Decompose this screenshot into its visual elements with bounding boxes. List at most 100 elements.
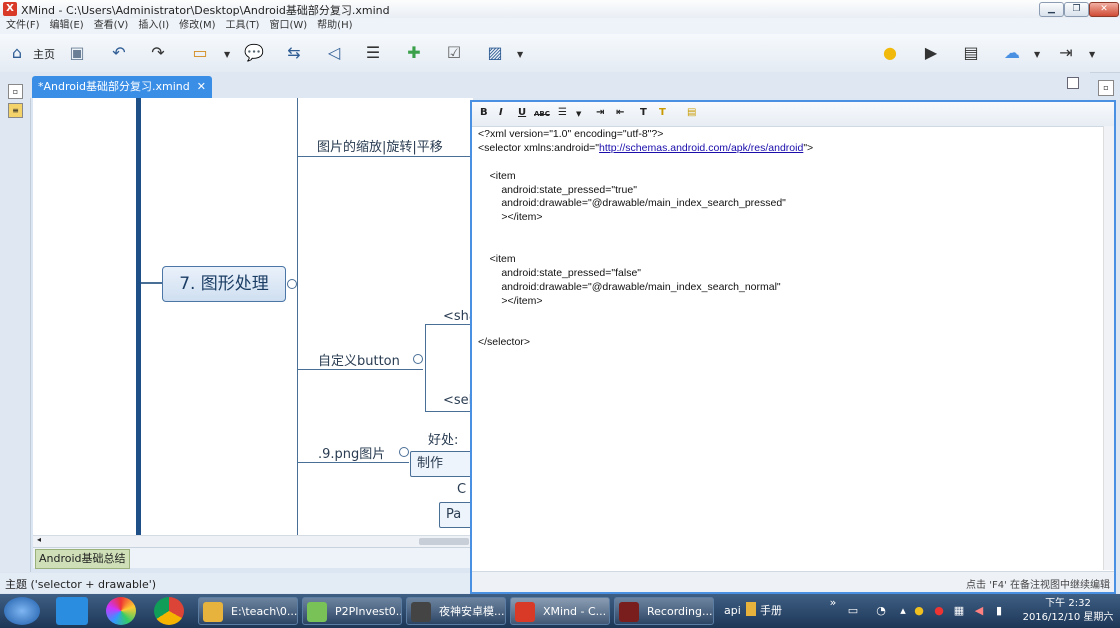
export-dropdown-icon[interactable]: ▼ (1089, 50, 1095, 59)
wifi-icon[interactable]: ◔ (874, 604, 888, 618)
image-icon[interactable]: ▨ (484, 42, 506, 64)
tab-document[interactable]: *Android基础部分复习.xmind ✕ (32, 76, 212, 98)
manual-label[interactable]: 手册 (760, 602, 782, 618)
collapse-icon[interactable] (287, 279, 297, 289)
subtopic-pa[interactable]: Pa (439, 502, 473, 528)
volume-icon[interactable]: ◀ (972, 604, 986, 618)
scroll-left-icon[interactable]: ◂ (37, 535, 41, 544)
notes-scrollbar[interactable] (1103, 126, 1114, 570)
italic-button[interactable]: I (499, 107, 503, 118)
image-dropdown-icon[interactable]: ▼ (517, 50, 523, 59)
outdent-icon[interactable]: ⇤ (616, 107, 624, 118)
api-label[interactable]: api (724, 604, 741, 617)
font-color-icon[interactable]: T (640, 107, 647, 118)
subtopic-selector[interactable]: <sel (443, 393, 472, 408)
callout-icon[interactable]: 💬 (243, 42, 265, 64)
marker-icon[interactable]: ✚ (403, 42, 425, 64)
central-topic[interactable]: 7. 图形处理 (162, 266, 286, 302)
redo-icon[interactable]: ↷ (147, 42, 169, 64)
note-line (478, 156, 1098, 170)
notes-toolbar: B I U ABC ☰ ▼ ⇥ ⇤ T T ▤ (472, 102, 1114, 127)
undo-icon[interactable]: ↶ (108, 42, 130, 64)
underline-button[interactable]: U (518, 107, 526, 118)
notes-status-bar: 点击 'F4' 在备注视图中继续编辑 (472, 571, 1114, 592)
maximize-editor-icon[interactable] (1067, 77, 1079, 89)
upload-dropdown-icon[interactable]: ▼ (1034, 50, 1040, 59)
panel-icon[interactable]: ▫ (8, 84, 23, 99)
home-label[interactable]: 主页 (33, 46, 55, 62)
collapse-icon[interactable] (399, 447, 409, 457)
menu-view[interactable]: 查看(V) (89, 18, 134, 34)
menu-tools[interactable]: 工具(T) (221, 18, 265, 34)
taskbar-item-recording[interactable]: Recording... (614, 597, 714, 625)
export-icon[interactable]: ⇥ (1055, 42, 1077, 64)
notes-panel-icon[interactable]: ≡ (8, 103, 23, 118)
toolbar-expand-icon[interactable]: » (826, 596, 840, 610)
xmind-logo-icon: X (3, 2, 17, 16)
close-tab-icon[interactable]: ✕ (197, 80, 206, 93)
topic-icon[interactable]: ▭ (189, 42, 211, 64)
menu-file[interactable]: 文件(F) (0, 18, 45, 34)
taskbar-item-xmind[interactable]: XMind - C... (510, 597, 610, 625)
right-panel-icon[interactable]: ▫ (1098, 80, 1114, 96)
manual-folder-icon (746, 602, 756, 616)
taskbar-item-android-studio[interactable]: P2PInvest0... (302, 597, 402, 625)
note-line: <?xml version="1.0" encoding="utf-8"?> (478, 128, 664, 140)
mindmap-canvas[interactable]: 7. 图形处理 图片的缩放|旋转|平移 自定义button <sha <sel … (33, 98, 473, 535)
close-button[interactable]: ✕ (1089, 2, 1119, 17)
notes-content[interactable]: <?xml version="1.0" encoding="utf-8"?> <… (478, 128, 1098, 350)
start-button[interactable] (4, 597, 40, 625)
boundary-icon[interactable]: ◁ (323, 42, 345, 64)
title-bar: X XMind - C:\Users\Administrator\Desktop… (0, 0, 1120, 19)
restore-button[interactable]: ❐ (1064, 2, 1089, 17)
bulb-icon[interactable]: ● (879, 42, 901, 64)
topic-dropdown-icon[interactable]: ▼ (224, 50, 230, 59)
bold-button[interactable]: B (480, 107, 488, 118)
picasa-icon[interactable] (106, 597, 136, 625)
indent-icon[interactable]: ⇥ (596, 107, 604, 118)
highlight-icon[interactable]: T (659, 107, 666, 118)
topic-scale-rotate[interactable]: 图片的缩放|旋转|平移 (317, 136, 443, 155)
taskbar-item-nox[interactable]: 夜神安卓模... (406, 597, 506, 625)
subtopic-c[interactable]: C (457, 482, 466, 497)
menu-insert[interactable]: 插入(I) (133, 18, 174, 34)
tray-app-icon[interactable]: ● (912, 604, 926, 618)
menu-window[interactable]: 窗口(W) (264, 18, 312, 34)
align-icon[interactable]: ☰ (558, 107, 567, 118)
taskbar-item-explorer[interactable]: E:\teach\0... (198, 597, 298, 625)
upload-icon[interactable]: ☁ (1001, 42, 1023, 64)
menu-edit[interactable]: 编辑(E) (45, 18, 89, 34)
topic-custom-button[interactable]: 自定义button (318, 350, 400, 369)
relationship-icon[interactable]: ⇆ (283, 42, 305, 64)
subtopic-benefit[interactable]: 好处: (428, 429, 458, 448)
baidu-icon[interactable] (56, 597, 88, 625)
home-icon[interactable]: ⌂ (6, 42, 28, 64)
menu-modify[interactable]: 修改(M) (174, 18, 220, 34)
keyboard-icon[interactable]: ▭ (846, 604, 860, 618)
chrome-icon[interactable] (154, 597, 184, 625)
topic-ninepatch[interactable]: .9.png图片 (318, 443, 385, 462)
notes-editor[interactable]: B I U ABC ☰ ▼ ⇥ ⇤ T T ▤ <?xml version="1… (470, 100, 1116, 594)
battery-icon[interactable]: ▮ (992, 604, 1006, 618)
strikethrough-button[interactable]: ABC (534, 110, 550, 118)
collapse-icon[interactable] (413, 354, 423, 364)
clock[interactable]: 下午 2:32 2016/12/10 星期六 (1020, 597, 1116, 625)
save-icon[interactable]: ▣ (66, 42, 88, 64)
task-icon[interactable]: ☑ (443, 42, 465, 64)
note-line: ></item> (478, 294, 543, 307)
window-icon[interactable]: ▤ (960, 42, 982, 64)
minimize-button[interactable]: ▁ (1039, 2, 1064, 17)
network-icon[interactable]: ▦ (952, 604, 966, 618)
subtopic-shape[interactable]: <sha (443, 309, 473, 324)
presentation-icon[interactable]: ▶ (920, 42, 942, 64)
summary-icon[interactable]: ☰ (362, 42, 384, 64)
note-icon[interactable]: ▤ (687, 107, 696, 118)
schema-link[interactable]: http://schemas.android.com/apk/res/andro… (599, 142, 803, 154)
sheet-tab[interactable]: Android基础总结 (35, 549, 130, 569)
subtopic-make[interactable]: 制作 (410, 451, 473, 477)
align-dropdown-icon[interactable]: ▼ (576, 110, 581, 118)
tray-expand-icon[interactable]: ▴ (896, 604, 910, 618)
menu-help[interactable]: 帮助(H) (312, 18, 357, 34)
scroll-thumb[interactable] (419, 538, 469, 545)
record-icon[interactable]: ● (932, 604, 946, 618)
